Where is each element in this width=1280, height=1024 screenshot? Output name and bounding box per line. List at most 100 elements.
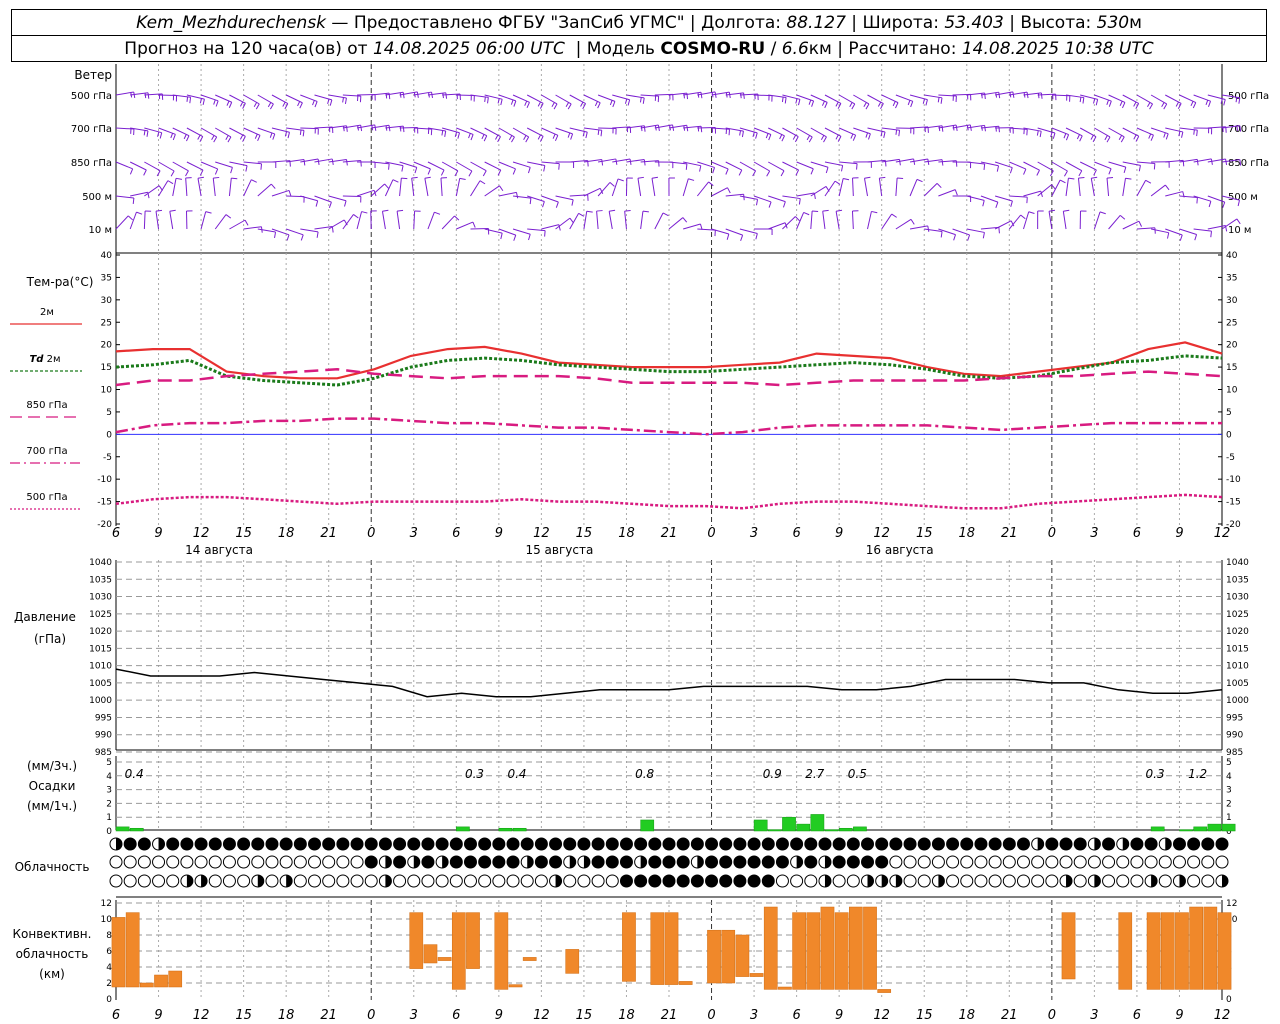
wind-barb-flag bbox=[297, 101, 301, 107]
wind-barb bbox=[994, 195, 1013, 202]
wind-barb-flag bbox=[822, 209, 829, 212]
cloud-cover-fill bbox=[648, 838, 661, 850]
wind-barb bbox=[555, 217, 571, 230]
cloud-cover-icon bbox=[180, 855, 194, 869]
cloud-cover-fill bbox=[1179, 875, 1186, 887]
wind-barb-flag bbox=[228, 102, 233, 108]
cloud-cover-fill bbox=[1074, 838, 1087, 850]
wind-barb-flag bbox=[353, 214, 359, 219]
wind-barb-flag bbox=[643, 125, 646, 132]
wind-barb-flag bbox=[726, 233, 730, 240]
cloud-cover-fill bbox=[1201, 838, 1214, 850]
pressure-ytick-right: 1000 bbox=[1226, 696, 1249, 706]
wind-barb bbox=[470, 161, 487, 172]
cloud-cover-fill bbox=[209, 838, 222, 850]
cloud-cover-fill bbox=[796, 856, 803, 868]
wind-barb-flag bbox=[468, 133, 471, 139]
wind-barb-flag bbox=[199, 98, 202, 104]
wind-barb bbox=[498, 127, 515, 138]
wind-barb-flag bbox=[864, 176, 871, 179]
wind-barb-flag bbox=[526, 102, 530, 109]
cloud-cover-icon bbox=[350, 874, 364, 888]
wind-barb bbox=[370, 183, 385, 197]
wind-barb-flag bbox=[1064, 170, 1068, 177]
pressure-ytick-right: 995 bbox=[1226, 713, 1243, 723]
wind-barb-flag bbox=[500, 99, 503, 106]
wind-barb bbox=[1037, 184, 1052, 197]
wind-barb-flag bbox=[331, 226, 334, 233]
precip-bar bbox=[1150, 826, 1165, 832]
wind-barb-flag bbox=[651, 176, 658, 179]
wind-barb bbox=[115, 161, 133, 170]
cloud-cover-icon bbox=[350, 855, 364, 869]
wind-barb-flag bbox=[1149, 103, 1153, 110]
wind-barb bbox=[611, 178, 619, 197]
wind-barb-flag bbox=[780, 170, 785, 177]
conv-bar bbox=[778, 986, 792, 990]
wind-barb-flag bbox=[565, 102, 570, 108]
wind-barb-flag bbox=[940, 231, 943, 238]
wind-level-label-right: 700 гПа bbox=[1228, 124, 1269, 135]
wind-barb bbox=[583, 94, 601, 104]
wind-barb-flag bbox=[513, 100, 517, 107]
wind-barb-flag bbox=[850, 133, 854, 139]
cloud-cover-fill bbox=[824, 856, 831, 868]
cloud-cover-fill bbox=[847, 856, 860, 868]
conv-bar bbox=[125, 912, 140, 988]
wind-barb bbox=[441, 215, 455, 230]
wind-barb-flag bbox=[824, 102, 828, 109]
wind-barb-flag bbox=[697, 126, 700, 132]
wind-barb-flag bbox=[257, 135, 261, 142]
precip-bar bbox=[1221, 823, 1236, 832]
wind-barb-flag bbox=[1078, 177, 1085, 179]
cloud-cover-icon bbox=[931, 855, 945, 869]
pressure-ytick-left: 1030 bbox=[89, 593, 112, 603]
wind-barb bbox=[1008, 214, 1022, 230]
precip-bar bbox=[810, 814, 825, 832]
wind-barb bbox=[596, 211, 599, 230]
conv-bar bbox=[111, 917, 126, 988]
wind-barb bbox=[470, 180, 481, 197]
hour-label-lower: 15 bbox=[916, 1008, 933, 1023]
wind-barb-flag bbox=[553, 103, 558, 110]
cloud-cover-fill bbox=[116, 838, 122, 850]
cloud-cover-icon bbox=[889, 855, 903, 869]
wind-barb-flag bbox=[835, 134, 839, 140]
pressure-ytick-left: 1040 bbox=[89, 558, 112, 568]
cloud-cover-icon bbox=[1116, 855, 1130, 869]
wind-barb bbox=[129, 211, 137, 230]
wind-barb bbox=[852, 177, 854, 197]
cloud-cover-icon bbox=[917, 874, 931, 888]
conv-ytick-left: 2 bbox=[106, 979, 112, 989]
precip-bar bbox=[838, 827, 853, 832]
temp-ytick-right: -5 bbox=[1226, 453, 1235, 463]
cloud-cover-icon bbox=[790, 874, 804, 888]
wind-barb bbox=[597, 182, 611, 197]
wind-barb-flag bbox=[253, 102, 258, 107]
cloud-cover-icon bbox=[109, 874, 123, 888]
wind-barb bbox=[810, 161, 829, 168]
wind-barb-flag bbox=[199, 136, 204, 143]
wind-barb-flag bbox=[1093, 98, 1096, 104]
wind-barb-flag bbox=[682, 217, 688, 223]
wind-barb bbox=[1065, 178, 1069, 197]
cloud-cover-fill bbox=[776, 856, 789, 868]
wind-barb-flag bbox=[445, 92, 448, 99]
cloud-cover-fill bbox=[464, 856, 477, 868]
wind-barb-flag bbox=[402, 92, 405, 99]
wind-barb-flag bbox=[567, 103, 572, 110]
cloud-cover-icon bbox=[322, 855, 336, 869]
conv-ytick-right: 12 bbox=[1226, 899, 1237, 909]
cloud-cover-icon bbox=[974, 874, 988, 888]
wind-barb-flag bbox=[515, 192, 519, 199]
cloud-cover-icon bbox=[832, 874, 846, 888]
wind-barb bbox=[300, 228, 319, 233]
wind-barb-flag bbox=[570, 133, 574, 140]
wind-barb-flag bbox=[558, 163, 560, 170]
cloud-cover-fill bbox=[1003, 838, 1016, 850]
cloud-cover-fill bbox=[201, 875, 208, 887]
wind-barb bbox=[867, 94, 884, 104]
wind-barb-flag bbox=[1106, 177, 1114, 179]
wind-barb-flag bbox=[444, 130, 447, 137]
precip-ytick-left: 0 bbox=[106, 827, 112, 837]
